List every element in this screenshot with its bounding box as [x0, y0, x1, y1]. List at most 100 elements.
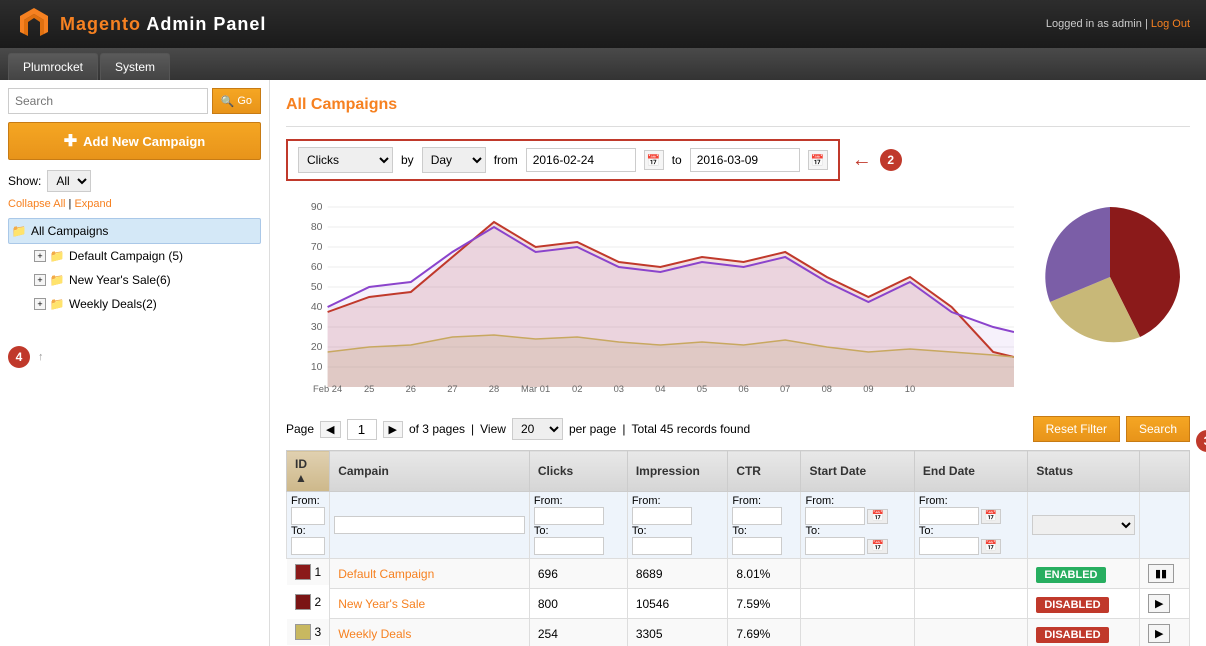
- plus-icon: ✚: [64, 131, 77, 151]
- filter-box: Clicks Impressions CTR by Day Week Month…: [286, 139, 840, 181]
- play-button[interactable]: ▶: [1148, 624, 1170, 643]
- cal-icon4[interactable]: 📅: [981, 539, 1001, 554]
- col-ctr[interactable]: CTR: [728, 451, 801, 492]
- expand-all-link[interactable]: Expand: [74, 198, 111, 210]
- expand-icon[interactable]: +: [34, 274, 46, 286]
- filter-id-to[interactable]: [291, 537, 325, 555]
- svg-text:90: 90: [311, 202, 323, 213]
- col-campaign[interactable]: Campain: [330, 451, 530, 492]
- metric-select[interactable]: Clicks Impressions CTR: [298, 147, 393, 173]
- go-button[interactable]: 🔍 Go: [212, 88, 261, 114]
- color-swatch: [295, 564, 311, 580]
- cal-icon[interactable]: 📅: [867, 509, 887, 524]
- search-button[interactable]: Search: [1126, 416, 1190, 442]
- expand-icon[interactable]: +: [34, 298, 46, 310]
- filter-impression-to[interactable]: [632, 537, 692, 555]
- per-page-select[interactable]: 20 10 50 100: [512, 418, 563, 440]
- nav-item-system[interactable]: System: [100, 53, 170, 80]
- table-row: 2 New Year's Sale 800 10546 7.59% DISABL…: [287, 589, 1190, 619]
- col-start-date[interactable]: Start Date: [801, 451, 914, 492]
- filter-status-select[interactable]: ENABLED DISABLED: [1032, 515, 1135, 535]
- logout-link[interactable]: Log Out: [1151, 18, 1190, 30]
- line-chart-area: 90 80 70 60 50 40 30 20 10: [286, 197, 1014, 400]
- filter-ctr-from[interactable]: [732, 507, 782, 525]
- logo-area: Magento Admin Panel: [16, 6, 266, 42]
- folder-icon: 📁: [11, 223, 27, 239]
- reset-filter-button[interactable]: Reset Filter: [1033, 416, 1120, 442]
- filter-clicks-to[interactable]: [534, 537, 604, 555]
- svg-text:05: 05: [697, 384, 707, 394]
- badge-3: 3: [1196, 430, 1206, 452]
- svg-text:04: 04: [655, 384, 665, 394]
- add-campaign-button[interactable]: ✚ Add New Campaign: [8, 122, 261, 160]
- line-chart: 90 80 70 60 50 40 30 20 10: [286, 197, 1014, 397]
- collapse-row: Collapse All | Expand: [8, 198, 261, 210]
- status-badge: DISABLED: [1036, 597, 1108, 613]
- col-end-date[interactable]: End Date: [914, 451, 1027, 492]
- to-id-label: To:: [291, 525, 325, 537]
- col-action[interactable]: [1140, 451, 1190, 492]
- campaign-link[interactable]: Weekly Deals: [338, 627, 411, 641]
- from-id-label: From:: [291, 495, 325, 507]
- col-impression[interactable]: Impression: [627, 451, 727, 492]
- search-input[interactable]: [8, 88, 208, 114]
- main-content: All Campaigns Clicks Impressions CTR by …: [270, 80, 1206, 646]
- by-label: by: [401, 153, 414, 167]
- date-to-input[interactable]: [690, 148, 800, 172]
- tree-item-default-campaign[interactable]: + 📁 Default Campaign (5): [32, 244, 261, 268]
- svg-text:09: 09: [863, 384, 873, 394]
- filter-end-from[interactable]: [919, 507, 979, 525]
- expand-icon[interactable]: +: [34, 250, 46, 262]
- pagination-row: Page ◀ ▶ of 3 pages | View 20 10 50 100 …: [286, 416, 1190, 442]
- prev-page-button[interactable]: ◀: [320, 421, 340, 438]
- svg-text:70: 70: [311, 242, 323, 253]
- filter-bar: Clicks Impressions CTR by Day Week Month…: [286, 139, 1190, 181]
- campaign-link[interactable]: New Year's Sale: [338, 597, 425, 611]
- filter-impression-from[interactable]: [632, 507, 692, 525]
- filter-end-to[interactable]: [919, 537, 979, 555]
- header: Magento Admin Panel Logged in as admin |…: [0, 0, 1206, 48]
- next-page-button[interactable]: ▶: [383, 421, 403, 438]
- badge-2: 2: [880, 149, 902, 171]
- col-status[interactable]: Status: [1028, 451, 1140, 492]
- tree-item-new-years-sale[interactable]: + 📁 New Year's Sale (6): [32, 268, 261, 292]
- cal-icon2[interactable]: 📅: [867, 539, 887, 554]
- tree-item-weekly-deals[interactable]: + 📁 Weekly Deals (2): [32, 292, 261, 316]
- page-input[interactable]: [347, 419, 377, 440]
- filter-ctr-to[interactable]: [732, 537, 782, 555]
- period-select[interactable]: Day Week Month: [422, 147, 486, 173]
- svg-text:Feb 24: Feb 24: [313, 384, 342, 394]
- tree-item-all-campaigns[interactable]: 📁 All Campaigns: [8, 218, 261, 244]
- filter-start-from[interactable]: [805, 507, 865, 525]
- nav-item-plumrocket[interactable]: Plumrocket: [8, 53, 98, 80]
- pause-button[interactable]: ▮▮: [1148, 564, 1174, 583]
- search-row: 🔍 Go: [8, 88, 261, 114]
- svg-text:10: 10: [311, 362, 323, 373]
- color-swatch: [295, 594, 311, 610]
- of-pages-label: of 3 pages: [409, 422, 465, 436]
- tree-children: + 📁 Default Campaign (5) + 📁 New Year's …: [32, 244, 261, 316]
- col-id[interactable]: ID ▲: [287, 451, 330, 492]
- calendar-from-icon[interactable]: 📅: [644, 150, 664, 170]
- to-label: to: [672, 153, 682, 167]
- show-select[interactable]: All: [47, 170, 91, 192]
- svg-text:Mar 01: Mar 01: [521, 384, 550, 394]
- collapse-all-link[interactable]: Collapse All: [8, 198, 65, 210]
- play-button[interactable]: ▶: [1148, 594, 1170, 613]
- calendar-to-icon[interactable]: 📅: [808, 150, 828, 170]
- svg-text:60: 60: [311, 262, 323, 273]
- badge-4: 4: [8, 346, 30, 368]
- status-badge: DISABLED: [1036, 627, 1108, 643]
- svg-text:25: 25: [364, 384, 374, 394]
- svg-text:08: 08: [822, 384, 832, 394]
- campaign-link[interactable]: Default Campaign: [338, 567, 434, 581]
- col-clicks[interactable]: Clicks: [529, 451, 627, 492]
- pie-chart-container: [1030, 197, 1190, 400]
- filter-campaign[interactable]: [334, 516, 525, 534]
- filter-clicks-from[interactable]: [534, 507, 604, 525]
- date-from-input[interactable]: [526, 148, 636, 172]
- filter-id-from[interactable]: [291, 507, 325, 525]
- filter-start-to[interactable]: [805, 537, 865, 555]
- cal-icon3[interactable]: 📅: [981, 509, 1001, 524]
- campaigns-table: ID ▲ Campain Clicks Impression CTR Start…: [286, 450, 1190, 646]
